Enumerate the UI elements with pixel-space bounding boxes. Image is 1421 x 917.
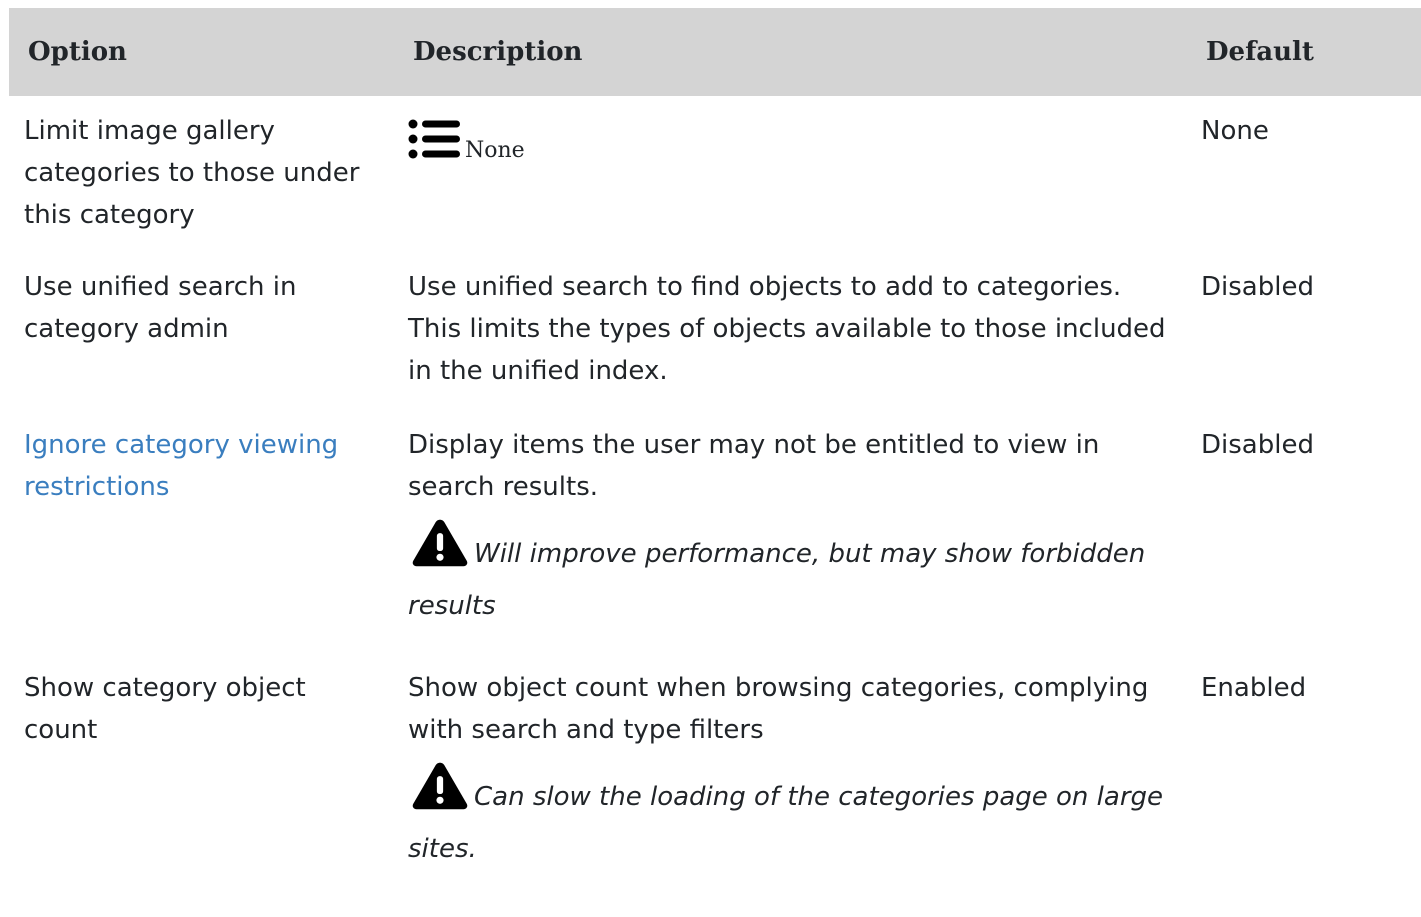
table-row: Ignore category viewing restrictions Dis… [9,424,1421,667]
table-row: Show category object count Show object c… [9,667,1421,917]
option-cell: Use unified search in category admin [24,272,297,344]
default-cell: Enabled [1201,673,1307,703]
default-cell: Disabled [1201,272,1314,302]
option-cell: Show category object count [24,673,306,745]
warning-icon [412,762,468,810]
description-cell: Show object count when browsing categori… [393,667,1186,875]
option-cell: Ignore category viewing restrictions [9,424,393,508]
warning-note: Can slow the loading of the categories p… [408,761,1166,875]
ignore-restrictions-link[interactable]: Ignore category viewing restrictions [24,430,338,502]
header-option: Option [28,37,127,67]
list-icon [408,119,460,159]
header-description: Description [413,37,583,67]
default-cell: Disabled [1201,430,1314,460]
preferences-table: Option Description Default Limit image g… [9,8,1421,917]
description-text: Display items the user may not be entitl… [408,430,1100,502]
default-cell: None [1201,116,1269,146]
table-row: Use unified search in category admin Use… [9,266,1421,424]
warning-text: Will improve performance, but may show f… [408,539,1146,621]
description-cell: Display items the user may not be entitl… [393,424,1186,632]
table-row: Limit image gallery categories to those … [9,110,1421,266]
header-default: Default [1206,37,1314,67]
description-cell: Use unified search to find objects to ad… [408,272,1166,386]
warning-note: Will improve performance, but may show f… [408,518,1166,632]
description-text: Show object count when browsing categori… [408,673,1149,745]
option-cell: Limit image gallery categories to those … [24,116,360,230]
warning-text: Can slow the loading of the categories p… [408,782,1164,864]
table-header: Option Description Default [9,8,1421,96]
description-cell: None [393,110,1186,163]
warning-icon [412,519,468,567]
description-none-text: None [465,138,525,163]
